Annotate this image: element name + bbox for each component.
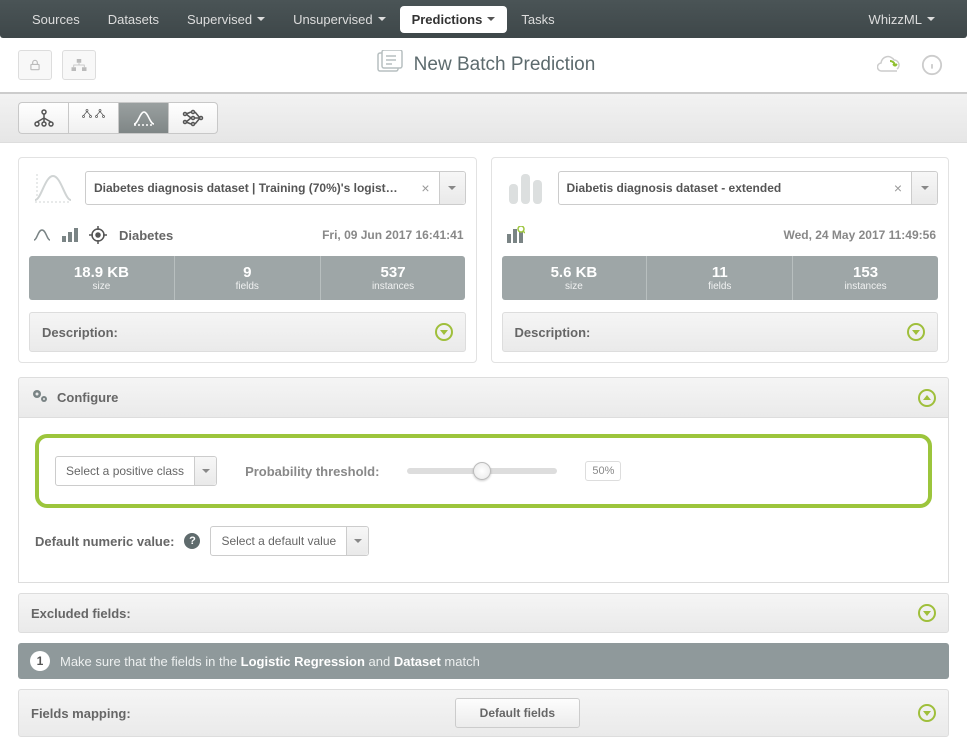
tab-logistic-regression[interactable] <box>118 102 168 134</box>
stat-fields: 9 <box>175 264 320 281</box>
expand-down-icon <box>918 604 936 622</box>
stat-size-label: size <box>29 281 174 292</box>
chevron-down-icon <box>378 17 386 21</box>
chevron-down-icon <box>487 17 495 21</box>
positive-class-select[interactable]: Select a positive class <box>55 456 217 486</box>
target-icon <box>87 224 109 246</box>
fields-mapping-label: Fields mapping: <box>31 706 131 721</box>
chevron-down-icon <box>927 17 935 21</box>
objective-field: Diabetes <box>119 228 173 243</box>
title-bar: New Batch Prediction <box>0 38 967 94</box>
model-select-text: Diabetes diagnosis dataset | Training (7… <box>86 181 413 195</box>
stat-size-label: size <box>502 281 647 292</box>
configure-header[interactable]: Configure <box>18 377 949 418</box>
stat-instances-label: instances <box>793 281 938 292</box>
stat-instances-label: instances <box>321 281 466 292</box>
top-nav: Sources Datasets Supervised Unsupervised… <box>0 0 967 38</box>
nav-label: Unsupervised <box>293 12 373 27</box>
nav-tasks[interactable]: Tasks <box>507 2 568 37</box>
threshold-slider[interactable] <box>407 468 557 474</box>
default-numeric-label: Default numeric value: <box>35 534 174 549</box>
expand-down-icon <box>907 323 925 341</box>
logistic-mini-icon <box>31 224 53 246</box>
stat-instances: 537 <box>321 264 466 281</box>
default-numeric-select[interactable]: Select a default value <box>210 526 369 556</box>
bars-mini-icon <box>59 224 81 246</box>
threshold-value: 50% <box>585 461 621 481</box>
nav-label: Datasets <box>108 12 159 27</box>
slider-knob[interactable] <box>473 462 491 480</box>
model-stats: 18.9 KBsize 9fields 537instances <box>29 256 466 300</box>
logistic-curve-icon <box>29 168 77 208</box>
help-icon[interactable]: ? <box>184 533 200 549</box>
stat-size: 5.6 KB <box>502 264 647 281</box>
nav-label: Supervised <box>187 12 252 27</box>
page-title: New Batch Prediction <box>414 54 596 76</box>
dataset-description-toggle[interactable]: Description: <box>502 312 939 352</box>
stat-fields: 11 <box>647 264 792 281</box>
lock-icon[interactable] <box>18 50 52 80</box>
dataset-mini-icon <box>504 224 526 246</box>
chevron-down-icon[interactable] <box>194 457 216 485</box>
configure-section: Configure Select a positive class Probab… <box>18 377 949 583</box>
model-panel: Diabetes diagnosis dataset | Training (7… <box>18 157 477 363</box>
cloud-refresh-icon[interactable] <box>875 50 905 80</box>
stat-size: 18.9 KB <box>29 264 174 281</box>
prediction-doc-icon <box>376 50 404 80</box>
positive-class-text: Select a positive class <box>56 464 194 478</box>
fields-match-hint: 1 Make sure that the fields in the Logis… <box>18 643 949 679</box>
description-label: Description: <box>515 325 591 340</box>
dataset-select[interactable]: Diabetis diagnosis dataset - extended × <box>558 171 939 205</box>
excluded-fields-label: Excluded fields: <box>31 606 131 621</box>
nav-label: WhizzML <box>869 12 922 27</box>
chevron-down-icon[interactable] <box>439 172 465 204</box>
nav-supervised[interactable]: Supervised <box>173 2 279 37</box>
fields-mapping-row: Fields mapping: Default fields <box>18 689 949 737</box>
tab-tree[interactable] <box>18 102 68 134</box>
workflow-icon[interactable] <box>62 50 96 80</box>
configure-label: Configure <box>57 390 118 405</box>
expand-down-icon <box>435 323 453 341</box>
info-icon[interactable] <box>915 50 949 80</box>
nav-whizzml[interactable]: WhizzML <box>855 2 949 37</box>
model-select[interactable]: Diabetes diagnosis dataset | Training (7… <box>85 171 466 205</box>
histogram-icon <box>502 168 550 208</box>
collapse-up-icon <box>918 389 936 407</box>
hint-number: 1 <box>30 651 50 671</box>
excluded-fields-toggle[interactable]: Excluded fields: <box>18 593 949 633</box>
chevron-down-icon <box>257 17 265 21</box>
description-label: Description: <box>42 325 118 340</box>
threshold-highlight: Select a positive class Probability thre… <box>35 434 932 508</box>
chevron-down-icon[interactable] <box>346 527 368 555</box>
nav-label: Tasks <box>521 12 554 27</box>
tab-deepnet[interactable] <box>168 102 218 134</box>
nav-label: Sources <box>32 12 80 27</box>
chevron-down-icon[interactable] <box>911 172 937 204</box>
model-date: Fri, 09 Jun 2017 16:41:41 <box>322 228 463 242</box>
tab-ensemble[interactable] <box>68 102 118 134</box>
clear-icon[interactable]: × <box>885 180 911 196</box>
dataset-panel: Diabetis diagnosis dataset - extended × … <box>491 157 950 363</box>
nav-label: Predictions <box>412 12 483 27</box>
stat-instances: 153 <box>793 264 938 281</box>
dataset-select-text: Diabetis diagnosis dataset - extended <box>559 181 886 195</box>
hint-text: Make sure that the fields in the Logisti… <box>60 654 480 669</box>
expand-down-icon[interactable] <box>918 704 936 722</box>
threshold-label: Probability threshold: <box>245 464 379 479</box>
stat-fields-label: fields <box>175 281 320 292</box>
nav-unsupervised[interactable]: Unsupervised <box>279 2 400 37</box>
model-description-toggle[interactable]: Description: <box>29 312 466 352</box>
stat-fields-label: fields <box>647 281 792 292</box>
default-numeric-text: Select a default value <box>211 534 346 548</box>
gears-icon <box>31 388 49 407</box>
nav-datasets[interactable]: Datasets <box>94 2 173 37</box>
nav-sources[interactable]: Sources <box>18 2 94 37</box>
default-fields-button[interactable]: Default fields <box>455 698 580 728</box>
dataset-stats: 5.6 KBsize 11fields 153instances <box>502 256 939 300</box>
clear-icon[interactable]: × <box>413 180 439 196</box>
dataset-date: Wed, 24 May 2017 11:49:56 <box>783 228 936 242</box>
model-type-tabs <box>0 94 967 143</box>
nav-predictions[interactable]: Predictions <box>400 6 508 33</box>
